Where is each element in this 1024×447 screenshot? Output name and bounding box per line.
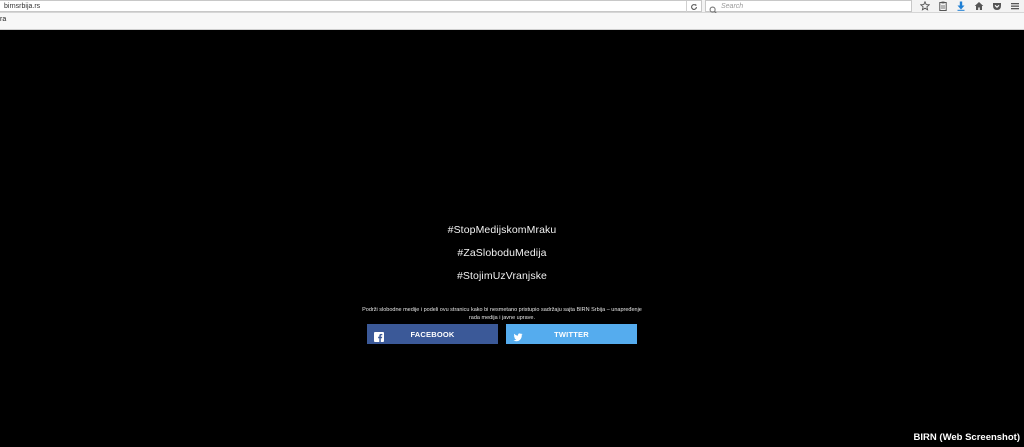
star-icon[interactable] <box>916 0 934 12</box>
reload-button[interactable] <box>686 1 700 12</box>
bookmarks-bar: ra <box>0 13 1024 30</box>
clipboard-icon[interactable] <box>934 0 952 12</box>
twitter-icon <box>513 329 523 342</box>
toolbar-icons <box>916 0 1024 12</box>
reload-icon <box>690 3 697 10</box>
home-icon[interactable] <box>970 0 988 12</box>
image-credit: BIRN (Web Screenshot) <box>913 432 1020 443</box>
twitter-label: TWITTER <box>554 329 589 339</box>
menu-icon[interactable] <box>1006 0 1024 12</box>
support-message: Podrži slobodne medije i podeli ovu stra… <box>362 307 642 321</box>
facebook-icon <box>374 329 384 342</box>
facebook-share-button[interactable]: FACEBOOK <box>367 324 498 344</box>
hashtag-za-slobodu-medija: #ZaSloboduMedija <box>457 247 547 259</box>
bookmark-item[interactable]: ra <box>0 16 6 23</box>
search-bar[interactable]: Search <box>705 0 912 15</box>
hashtag-stojim-uz-vranjske: #StojimUzVranjske <box>456 270 547 282</box>
twitter-share-button[interactable]: TWITTER <box>506 324 637 344</box>
hashtag-stop-medijskom-mraku: #StopMedijskomMraku <box>447 224 557 236</box>
facebook-label: FACEBOOK <box>410 329 455 339</box>
browser-toolbar: birnsrbija.rs Search <box>0 0 1024 15</box>
address-bar[interactable]: birnsrbija.rs <box>0 0 702 12</box>
page-content: #StopMedijskomMraku #ZaSloboduMedija #St… <box>0 30 1024 447</box>
search-placeholder[interactable]: Search <box>721 1 743 12</box>
url-text[interactable]: birnsrbija.rs <box>4 1 40 12</box>
pocket-icon[interactable] <box>988 0 1006 12</box>
download-icon[interactable] <box>952 0 970 12</box>
search-icon <box>709 2 718 15</box>
